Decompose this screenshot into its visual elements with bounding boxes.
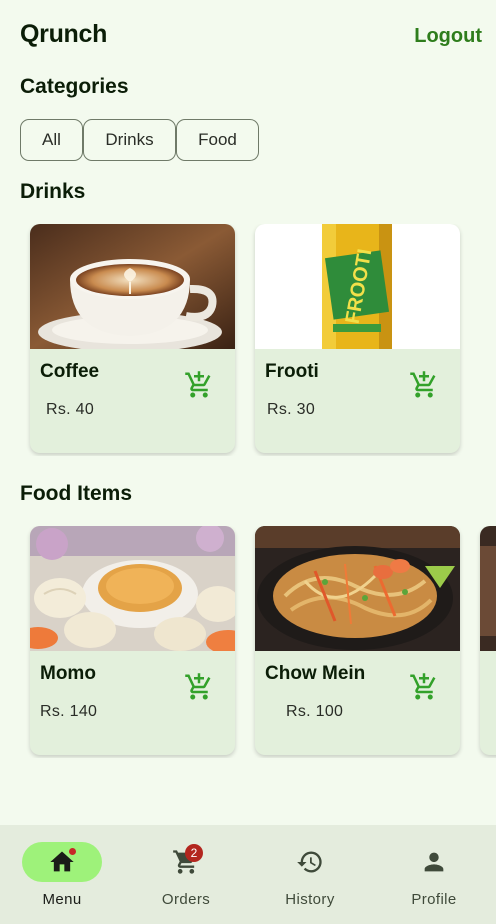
product-card-coffee[interactable]: Coffee Rs. 40 — [30, 224, 235, 453]
product-name: Coffee — [40, 361, 100, 382]
product-price: Rs. 40 — [46, 401, 95, 418]
top-bar: Qrunch Logout — [0, 0, 496, 72]
product-price: Rs. 140 — [40, 703, 98, 720]
categories-heading: Categories — [20, 75, 129, 98]
add-to-cart-icon[interactable] — [184, 672, 214, 702]
add-to-cart-icon[interactable] — [409, 672, 439, 702]
chip-food[interactable]: Food — [176, 119, 259, 161]
app-title: Qrunch — [20, 20, 108, 48]
product-price: Rs. 30 — [267, 401, 316, 418]
food-heading: Food Items — [20, 482, 133, 505]
momo-image — [30, 526, 235, 651]
product-card-chow-mein[interactable]: Chow Mein Rs. 100 — [255, 526, 460, 755]
notification-dot — [69, 848, 76, 855]
product-name: Momo — [40, 663, 96, 684]
product-name: Chow Mein — [265, 663, 366, 684]
category-chips: All Drinks Food — [20, 119, 259, 161]
add-to-cart-icon[interactable] — [409, 370, 439, 400]
logout-button[interactable]: Logout — [414, 25, 482, 48]
coffee-image — [30, 224, 235, 349]
person-icon — [424, 852, 444, 872]
nav-label-orders: Orders — [161, 891, 211, 908]
nav-label-history: History — [285, 891, 335, 908]
product-card-partial[interactable] — [480, 526, 496, 755]
chip-drinks[interactable]: Drinks — [83, 119, 176, 161]
product-price: Rs. 100 — [286, 703, 344, 720]
history-icon — [297, 851, 322, 873]
frooti-image: FROOTI — [255, 224, 460, 349]
add-to-cart-icon[interactable] — [184, 370, 214, 400]
product-name: Frooti — [265, 361, 319, 382]
nav-item-profile[interactable]: Profile — [372, 825, 496, 924]
nav-label-profile: Profile — [411, 891, 457, 908]
drinks-row[interactable]: Coffee Rs. 40 FROOTI Frooti Rs. 30 — [0, 224, 496, 456]
product-image-partial — [480, 526, 496, 651]
app-screen: Qrunch Logout Categories All Drinks Food… — [0, 0, 496, 924]
nav-label-menu: Menu — [42, 891, 82, 908]
food-row[interactable]: Momo Rs. 140 Chow Mein Rs. 100 — [0, 526, 496, 758]
nav-item-menu[interactable]: Menu — [0, 825, 124, 924]
nav-item-history[interactable]: History — [248, 825, 372, 924]
chip-all[interactable]: All — [20, 119, 83, 161]
chow-mein-image — [255, 526, 460, 651]
drinks-heading: Drinks — [20, 180, 86, 203]
bottom-navigation: Menu 2 Orders History Profile — [0, 825, 496, 924]
product-card-momo[interactable]: Momo Rs. 140 — [30, 526, 235, 755]
product-card-frooti[interactable]: FROOTI Frooti Rs. 30 — [255, 224, 460, 453]
nav-item-orders[interactable]: 2 Orders — [124, 825, 248, 924]
orders-count-badge: 2 — [185, 844, 203, 862]
